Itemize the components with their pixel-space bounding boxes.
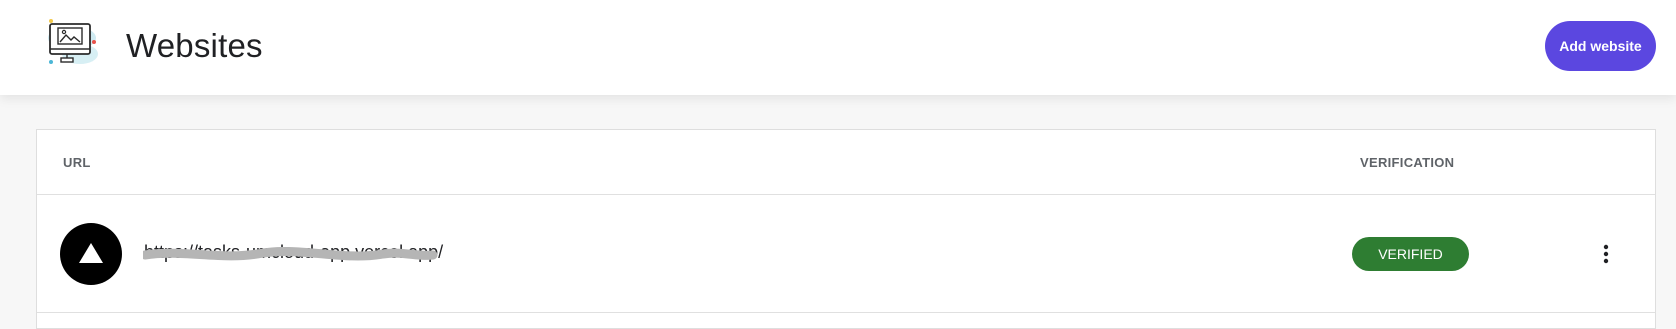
column-header-verification[interactable]: VERIFICATION xyxy=(1360,155,1454,170)
page-header: Websites Add website xyxy=(0,0,1676,95)
avatar xyxy=(60,223,122,285)
website-illustration-icon xyxy=(36,16,108,74)
site-url-link[interactable]: https://tasks-umcloud-app.vercel.app/ xyxy=(144,242,443,263)
row-actions-button[interactable] xyxy=(1594,239,1618,269)
triangle-logo-icon xyxy=(79,243,103,263)
websites-table: URL VERIFICATION https://tasks-umcloud-a… xyxy=(36,129,1656,329)
column-header-url[interactable]: URL xyxy=(63,155,91,170)
table-row[interactable]: https://tasks-umcloud-app.vercel.app/ VE… xyxy=(37,195,1655,313)
table-header: URL VERIFICATION xyxy=(37,130,1655,195)
page-title: Websites xyxy=(126,27,263,64)
status-badge: VERIFIED xyxy=(1352,237,1469,271)
more-vertical-icon xyxy=(1603,244,1609,264)
add-website-button[interactable]: Add website xyxy=(1545,21,1656,71)
